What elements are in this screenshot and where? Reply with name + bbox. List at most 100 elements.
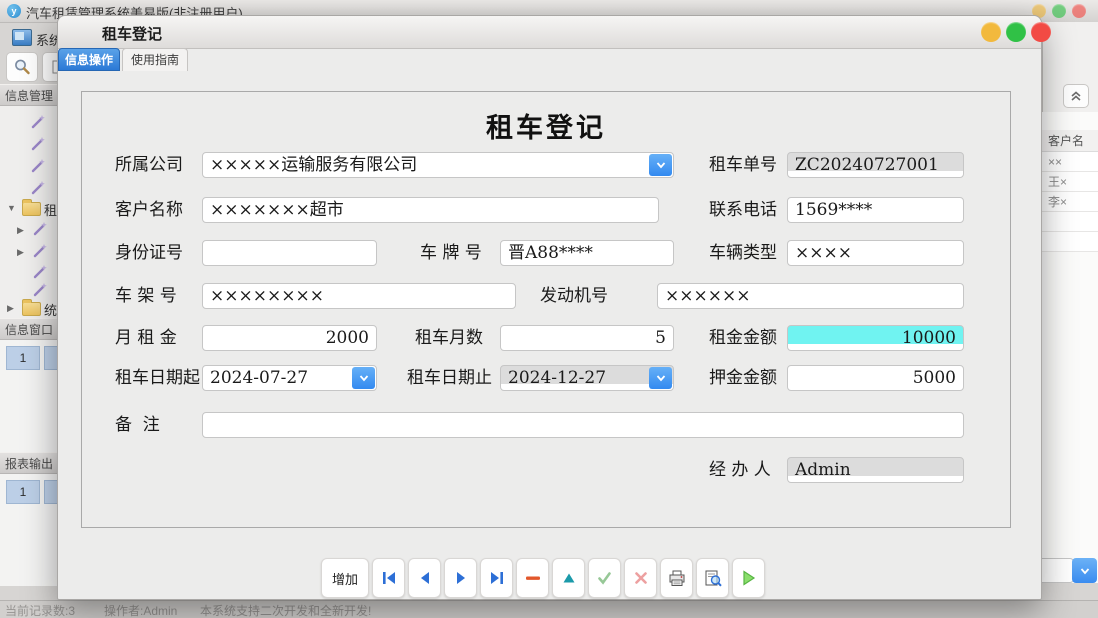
rental-registration-dialog: 租车登记 信息操作 使用指南 租车登记 所属公司 ×××××运输服务有限公司 租… [57,15,1042,600]
label-order-no: 租车单号 [709,152,777,179]
label-plate: 车 牌 号 [420,240,482,267]
plate-field[interactable]: 晋A88**** [500,240,674,266]
form-title: 租车登记 [82,106,1010,145]
customer-list-header: 客户名 [1042,130,1098,152]
info-row-index[interactable]: 1 [6,346,40,370]
edit-record-icon [562,571,576,585]
company-select[interactable]: ×××××运输服务有限公司 [202,152,674,178]
label-rent-total: 租金金额 [709,325,777,352]
tree-collapse-icon[interactable]: ▶ [17,244,24,260]
last-record-button[interactable] [480,558,513,598]
wand-icon[interactable] [30,114,46,130]
customer-row[interactable]: ×× [1042,152,1098,172]
phone-field[interactable]: 1569**** [787,197,964,223]
delete-record-button[interactable] [516,558,549,598]
background-combo-arrow[interactable] [1072,558,1097,583]
collapse-panel-button[interactable] [1063,84,1089,108]
report-row-index[interactable]: 1 [6,480,40,504]
customer-row-empty [1042,212,1098,232]
dialog-minimize-button[interactable] [981,22,1001,42]
vehicle-type-field[interactable]: ×××× [787,240,964,266]
operator-field: Admin [787,457,964,483]
customer-row[interactable]: 王× [1042,172,1098,192]
frame-no-field[interactable]: ×××××××× [202,283,516,309]
next-record-icon [454,571,468,585]
date-end-value: 2024-12-27 [508,368,606,388]
form-panel: 租车登记 所属公司 ×××××运输服务有限公司 租车单号 ZC202407270… [81,91,1011,528]
edit-record-button[interactable] [552,558,585,598]
order-no-field: ZC20240727001 [787,152,964,178]
previous-record-button[interactable] [408,558,441,598]
system-menu-icon [12,29,32,46]
status-note: 本系统支持二次开发和全新开发! [200,602,371,618]
dialog-titlebar[interactable] [58,16,1041,49]
wand-icon[interactable] [32,264,48,280]
tree-folder-rent[interactable]: 租 [44,200,57,219]
tree-folder-stats[interactable]: 统 [44,300,57,319]
post-record-button[interactable] [588,558,621,598]
screen: y 汽车租赁管理系统美易版(非注册用户) 系统 信息管理 ▼ 租 ▶ ▶ ▶ 统… [0,0,1098,618]
remark-field[interactable] [202,412,964,438]
date-start-picker[interactable]: 2024-07-27 [202,365,377,391]
label-months: 租车月数 [415,325,483,352]
tree-collapse-icon[interactable]: ▶ [17,222,24,238]
label-date-start: 租车日期起 [115,365,200,392]
id-no-field[interactable] [202,240,377,266]
label-remark: 备 注 [115,412,160,439]
cancel-record-icon [634,571,648,585]
tab-user-guide[interactable]: 使用指南 [122,48,188,71]
print-preview-button[interactable] [696,558,729,598]
previous-record-icon [418,571,432,585]
next-record-button[interactable] [444,558,477,598]
date-end-picker[interactable]: 2024-12-27 [500,365,674,391]
first-record-icon [381,571,397,585]
maximize-button[interactable] [1052,4,1066,18]
dialog-close-button[interactable] [1031,22,1051,42]
engine-no-field[interactable]: ×××××× [657,283,964,309]
chevron-down-icon [1079,565,1091,577]
search-button[interactable] [6,52,38,82]
combo-arrow-icon[interactable] [352,367,375,389]
customer-row[interactable]: 李× [1042,192,1098,212]
tab-info-operation[interactable]: 信息操作 [58,48,120,71]
search-icon [13,58,31,76]
status-operator: 操作者:Admin [104,602,177,618]
label-id-no: 身份证号 [115,240,183,267]
print-icon [668,570,686,587]
wand-icon[interactable] [32,221,48,237]
delete-record-icon [525,571,541,585]
combo-arrow-icon[interactable] [649,154,672,176]
status-record-count: 当前记录数:3 [5,602,75,618]
cancel-record-button[interactable] [624,558,657,598]
months-field[interactable]: 5 [500,325,674,351]
company-value: ×××××运输服务有限公司 [210,155,417,175]
wand-icon[interactable] [30,136,46,152]
label-frame-no: 车 架 号 [115,283,177,310]
customer-field[interactable]: ×××××××超市 [202,197,659,223]
tree-expand-icon[interactable]: ▼ [7,200,16,216]
folder-icon[interactable] [22,302,41,316]
deposit-field[interactable]: 5000 [787,365,964,391]
label-vehicle-type: 车辆类型 [709,240,777,267]
record-navigator-toolbar: 增加 [321,558,765,598]
combo-arrow-icon[interactable] [649,367,672,389]
monthly-rent-field[interactable]: 2000 [202,325,377,351]
dialog-maximize-button[interactable] [1006,22,1026,42]
close-button[interactable] [1072,4,1086,18]
execute-button[interactable] [732,558,765,598]
post-record-icon [597,571,612,585]
wand-icon[interactable] [30,180,46,196]
label-customer: 客户名称 [115,197,183,224]
tree-collapse-icon[interactable]: ▶ [7,300,14,316]
wand-icon[interactable] [30,158,46,174]
wand-icon[interactable] [32,243,48,259]
first-record-button[interactable] [372,558,405,598]
double-chevron-up-icon [1070,90,1082,102]
label-engine-no: 发动机号 [540,283,608,310]
wand-icon[interactable] [32,282,48,298]
print-button[interactable] [660,558,693,598]
dialog-window-controls [981,22,1051,42]
folder-icon[interactable] [22,202,41,216]
add-button[interactable]: 增加 [321,558,369,598]
customer-row-empty [1042,232,1098,252]
